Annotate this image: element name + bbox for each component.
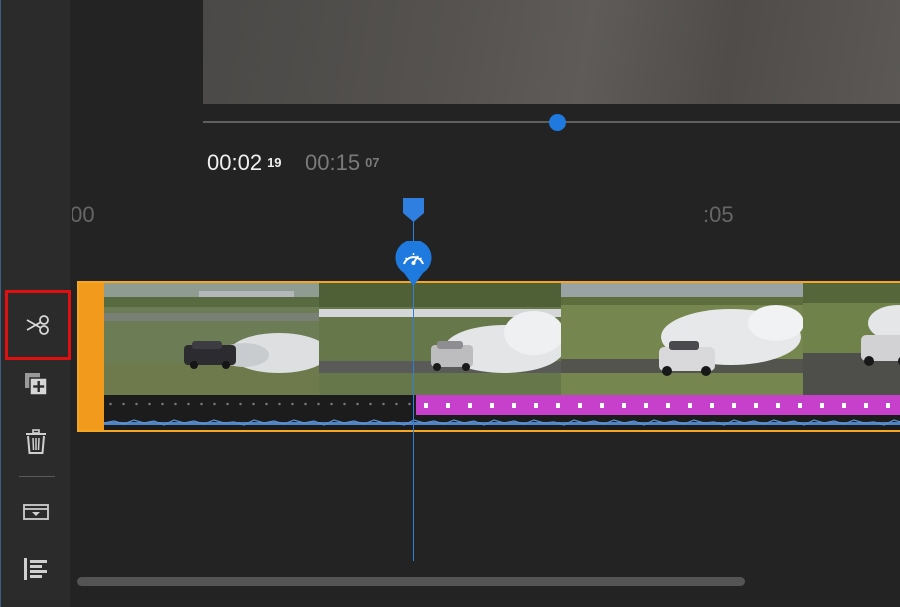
clip-keyframe-dots (104, 402, 416, 406)
effect-marker (622, 403, 626, 408)
effect-marker (556, 403, 560, 408)
effect-marker (666, 403, 670, 408)
video-preview (203, 0, 900, 104)
effect-marker (886, 403, 890, 408)
align-button[interactable] (1, 547, 71, 591)
clip-thumbnail (803, 283, 900, 395)
tool-divider (19, 476, 55, 477)
speed-effect-bar[interactable] (416, 395, 900, 415)
effect-marker (710, 403, 714, 408)
delete-button[interactable] (1, 420, 71, 464)
playhead-marker-icon (403, 198, 424, 222)
effect-marker (842, 403, 846, 408)
effect-marker (820, 403, 824, 408)
video-clip[interactable] (77, 281, 900, 432)
timeline-horizontal-scrollbar[interactable] (77, 577, 745, 586)
playhead-handle[interactable] (402, 197, 425, 228)
preview-scrub-handle[interactable] (549, 114, 566, 131)
effect-marker (732, 403, 736, 408)
total-frames: 07 (365, 155, 380, 170)
total-time: 00:15 (305, 150, 361, 175)
effect-marker (534, 403, 538, 408)
current-time: 00:02 (207, 150, 263, 175)
effect-marker (490, 403, 494, 408)
effect-marker (798, 403, 802, 408)
clip-thumbnail (319, 283, 561, 395)
effect-marker (754, 403, 758, 408)
split-button[interactable] (5, 290, 71, 360)
effect-marker (446, 403, 450, 408)
speed-marker[interactable] (395, 239, 432, 292)
clip-thumbnail (104, 283, 319, 395)
align-icon (24, 558, 47, 580)
total-timecode: 00:15 07 (305, 150, 380, 176)
effect-marker (424, 403, 428, 408)
speedometer-icon (395, 239, 432, 286)
clip-thumbnail (561, 283, 803, 395)
ruler-label-5s: :05 (703, 202, 734, 227)
trash-icon (26, 429, 46, 454)
ruler-label-start: :00 (72, 202, 95, 227)
effect-marker (600, 403, 604, 408)
effect-marker (688, 403, 692, 408)
effect-marker (644, 403, 648, 408)
effect-marker (512, 403, 516, 408)
effect-marker (468, 403, 472, 408)
tool-sidebar (0, 0, 71, 607)
current-frames: 19 (267, 155, 282, 170)
effect-marker (864, 403, 868, 408)
audio-waveform (104, 419, 900, 426)
current-timecode: 00:02 19 (207, 150, 282, 176)
track-expand-icon (23, 504, 49, 520)
track-expand-button[interactable] (1, 490, 71, 534)
duplicate-button[interactable] (1, 362, 71, 406)
clip-trim-handle[interactable] (79, 283, 104, 430)
effect-marker (578, 403, 582, 408)
effect-marker (776, 403, 780, 408)
scissors-icon (26, 315, 49, 335)
duplicate-icon (25, 373, 48, 396)
